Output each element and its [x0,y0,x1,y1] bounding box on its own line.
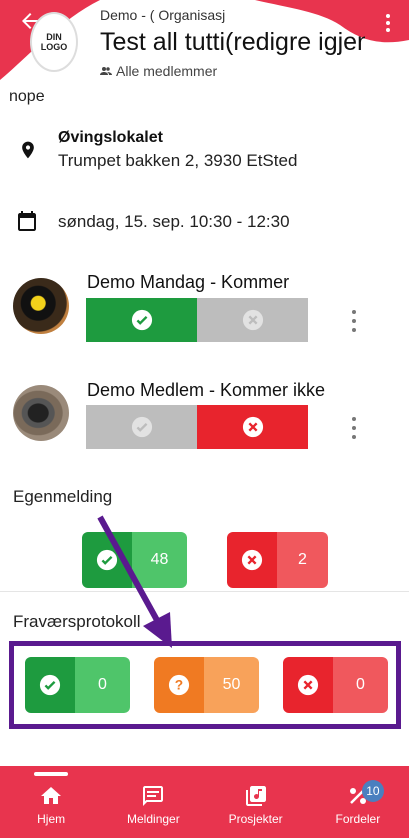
event-title: Test all tutti(redigre igjen [100,28,365,56]
absence-protocol-title: Fraværsprotokoll [13,612,141,631]
self-registration-no-count[interactable]: 2 [227,532,328,588]
member-name: Demo Medlem - Kommer ikke [87,380,326,400]
nav-label: Prosjekter [228,812,283,826]
section-divider [0,591,409,592]
self-registration-yes-count[interactable]: 48 [82,532,187,588]
attend-no-button[interactable] [197,298,308,342]
cancel-circle-icon [242,309,263,331]
logo-text: DIN LOGO [40,32,68,52]
rsvp-toggle [86,405,308,449]
member-options-icon[interactable] [350,417,358,439]
home-icon [41,787,62,804]
attend-yes-button[interactable] [86,405,197,449]
people-icon [100,67,112,75]
check-circle-icon [131,416,152,438]
no-count: 2 [277,532,328,588]
location-name[interactable]: Øvingslokalet [58,129,163,147]
more-menu-icon[interactable] [378,8,398,38]
member-name: Demo Mandag - Kommer [87,272,290,292]
benefits-badge: 10 [361,780,384,802]
check-circle-icon [96,549,118,571]
nav-label: Meldinger [127,812,180,826]
attend-yes-button[interactable] [86,298,197,342]
rsvp-toggle [86,298,308,342]
avatar [13,385,69,441]
bottom-navigation: Hjem Meldinger Prosjekter 10 Fordeler [0,766,409,838]
attend-no-button[interactable] [197,405,308,449]
nav-benefits[interactable]: 10 Fordeler [307,766,409,838]
check-circle-icon [131,309,152,331]
nav-projects[interactable]: Prosjekter [205,766,307,838]
avatar [13,278,69,334]
active-indicator [34,772,69,776]
nav-label: Fordeler [335,812,381,826]
nav-label: Hjem [37,812,66,826]
event-description: nope [9,88,45,105]
organization-label: Demo - ( Organisasj [100,7,226,23]
member-options-icon[interactable] [350,310,358,332]
event-datetime: søndag, 15. sep. 10:30 - 12:30 [58,212,290,231]
audience-label: Alle medlemmer [100,63,217,79]
nav-home[interactable]: Hjem [0,766,102,838]
location-pin-icon [22,141,34,159]
yes-count: 48 [132,532,187,588]
self-registration-title: Egenmelding [13,487,113,506]
calendar-icon [18,211,36,231]
location-address[interactable]: Trumpet bakken 2, 3930 EtSted [58,151,297,171]
cancel-circle-icon [242,416,263,438]
music-library-icon [245,786,266,806]
nav-messages[interactable]: Meldinger [102,766,204,838]
audience-text: Alle medlemmer [116,63,218,79]
highlight-box [9,641,401,729]
message-icon [143,786,164,806]
organization-logo: DIN LOGO [30,12,78,72]
cancel-circle-icon [241,549,263,571]
